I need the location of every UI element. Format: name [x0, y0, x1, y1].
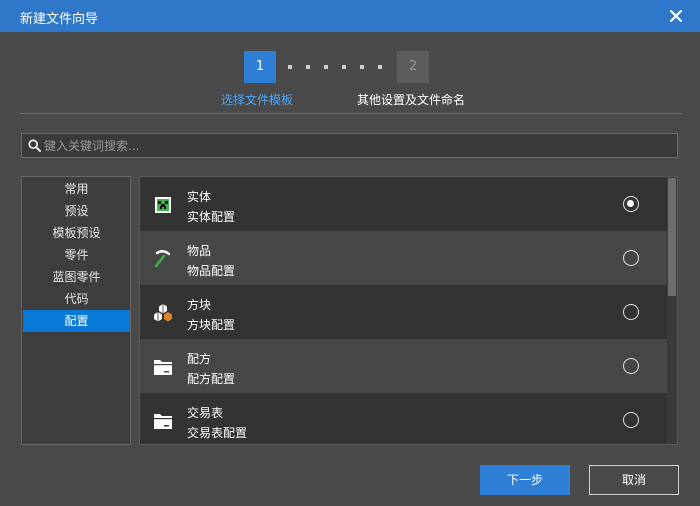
- template-name: 配方: [187, 352, 212, 366]
- template-list: 实体 实体配置 物品 物品配置 方块 方块配置 配方 配方配置 交易表 交易表配…: [139, 176, 678, 445]
- template-description: 交易表配置: [187, 426, 248, 440]
- folder-icon: [154, 360, 172, 375]
- window-title: 新建文件向导: [20, 12, 99, 27]
- template-radio[interactable]: [623, 304, 639, 320]
- template-name: 方块: [187, 298, 212, 312]
- category-item-code[interactable]: 代码: [23, 288, 130, 310]
- category-item-preset[interactable]: 预设: [23, 200, 130, 222]
- category-item-template-preset[interactable]: 模板预设: [23, 222, 130, 244]
- template-row-item[interactable]: 物品 物品配置: [140, 231, 667, 285]
- category-item-common[interactable]: 常用: [23, 178, 130, 200]
- category-item-blueprint-part[interactable]: 蓝图零件: [23, 266, 130, 288]
- folder-icon: [154, 414, 172, 429]
- template-radio[interactable]: [623, 412, 639, 428]
- pickaxe-icon: [154, 250, 171, 268]
- scrollbar-thumb[interactable]: [668, 178, 676, 296]
- cancel-button[interactable]: 取消: [589, 465, 679, 495]
- template-description: 方块配置: [187, 318, 236, 332]
- template-radio[interactable]: [623, 250, 639, 266]
- template-row-recipe[interactable]: 配方 配方配置: [140, 339, 667, 393]
- template-list-scrollbar[interactable]: [667, 177, 677, 444]
- template-row-block[interactable]: 方块 方块配置: [140, 285, 667, 339]
- creeper-icon: [155, 197, 171, 213]
- template-name: 实体: [187, 190, 212, 204]
- step-1-label: 选择文件模板: [221, 93, 294, 107]
- template-radio[interactable]: [623, 358, 639, 374]
- template-description: 配方配置: [187, 372, 236, 386]
- step-1-indicator: 1: [244, 51, 276, 83]
- next-button[interactable]: 下一步: [480, 465, 570, 495]
- category-item-part[interactable]: 零件: [23, 244, 130, 266]
- step-progress-dots: [288, 65, 384, 69]
- category-list: 常用 预设 模板预设 零件 蓝图零件 代码 配置: [21, 176, 131, 445]
- template-description: 实体配置: [187, 210, 236, 224]
- step-2-label: 其他设置及文件命名: [357, 93, 466, 107]
- template-row-entity[interactable]: 实体 实体配置: [140, 177, 667, 231]
- template-radio[interactable]: [623, 196, 639, 212]
- blocks-icon: [154, 304, 172, 322]
- category-item-config[interactable]: 配置: [23, 310, 130, 332]
- search-box[interactable]: [21, 133, 678, 158]
- template-row-trade-table[interactable]: 交易表 交易表配置: [140, 393, 667, 444]
- close-icon[interactable]: [666, 6, 686, 26]
- template-name: 物品: [187, 244, 212, 258]
- search-input[interactable]: [44, 136, 664, 155]
- title-bar: 新建文件向导: [0, 0, 700, 32]
- template-description: 物品配置: [187, 264, 236, 278]
- search-icon: [28, 139, 41, 152]
- stepper-divider: [20, 113, 682, 114]
- step-2-indicator: 2: [397, 51, 429, 83]
- template-name: 交易表: [187, 406, 224, 420]
